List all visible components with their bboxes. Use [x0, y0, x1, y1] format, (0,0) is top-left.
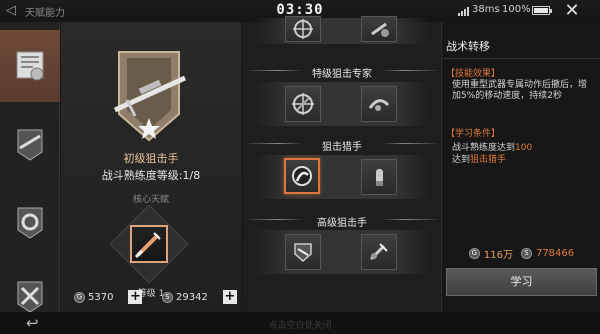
tool-icon [369, 243, 388, 261]
effect-description: 使用重型武器专属动作后撤后，增加5%的移动速度，持续2秒 [452, 80, 588, 101]
core-talent-slot[interactable] [109, 204, 189, 284]
back-arrow-icon[interactable]: ◁ [6, 3, 22, 19]
tree-row-expert [255, 82, 429, 126]
close-button[interactable]: ✕ [562, 1, 582, 21]
tree-row-top [255, 18, 429, 44]
rail-tab-sniper[interactable] [0, 108, 60, 180]
gear-badge-icon [17, 207, 43, 239]
effect-label: 【技能效果】 [446, 69, 501, 79]
battery-icon [532, 6, 552, 15]
condition-label: 【学习条件】 [446, 129, 501, 139]
talent-title: 战术转移 [446, 40, 490, 53]
condition-proficiency-value: 100 [515, 143, 533, 153]
talent-node-expert-left[interactable] [285, 86, 321, 122]
reload-icon [368, 99, 390, 111]
silver-amount: 29342 [176, 291, 208, 303]
reload-icon [371, 22, 389, 37]
dagger-icon [134, 232, 161, 259]
shield-icon [294, 243, 312, 262]
tier-title-advanced: 高级狙击手 [317, 218, 367, 229]
talent-node-advanced-left[interactable] [285, 234, 321, 270]
cross-badge-icon [17, 281, 43, 313]
skill-name: 初级狙击手 [123, 152, 179, 165]
battery-percent: 100% [502, 4, 531, 15]
talent-node-advanced-right[interactable] [361, 234, 397, 270]
sniper-badge-icon [17, 129, 43, 161]
condition-prerequisite-value: 狙击猎手 [470, 155, 507, 165]
screen-title: 天赋能力 [25, 8, 65, 19]
condition-prerequisite-prefix: 达到 [452, 155, 471, 165]
target-icon [292, 166, 312, 186]
gold-coin-icon: G [74, 291, 85, 303]
gold-coin-icon: G [468, 247, 480, 259]
tree-row-hunter [255, 155, 429, 199]
tier-title-hunter: 狙击猎手 [322, 142, 362, 153]
talent-node-top-left[interactable] [285, 16, 321, 42]
talent-node-expert-right[interactable] [361, 86, 397, 122]
detail-divider [442, 58, 600, 59]
bullet-icon [376, 169, 383, 186]
core-talent-button[interactable] [130, 225, 168, 263]
rail-tab-gear[interactable] [0, 186, 60, 258]
sniper-emblem-icon [113, 51, 187, 142]
add-silver-button[interactable]: + [222, 290, 237, 304]
close-hint: 点击空白处关闭 [268, 321, 332, 331]
ping-value: 38ms [472, 4, 500, 15]
talent-node-hunter-right[interactable] [361, 159, 397, 195]
silver-coin-icon: S [520, 247, 532, 259]
talent-node-hunter-left[interactable] [284, 158, 320, 194]
rail-tab-certificate[interactable] [0, 30, 60, 102]
add-gold-button[interactable]: + [128, 290, 143, 304]
certificate-icon [16, 51, 44, 81]
talent-detail-panel: 战术转移 【技能效果】 使用重型武器专属动作后撤后，增加5%的移动速度，持续2秒… [441, 22, 600, 312]
talent-tree: 特级狙击专家 狙击猎手 高级狙击手 [243, 16, 441, 312]
crosshair-icon [292, 93, 314, 115]
crosshair-icon [293, 19, 313, 39]
learn-cost: G 116万 S 778466 [442, 244, 600, 262]
tree-row-advanced [255, 230, 429, 274]
gold-amount: 5370 [88, 291, 114, 303]
silver-coin-icon: S [162, 291, 173, 303]
cost-gold: 116万 [483, 249, 513, 261]
condition-prerequisite: 达到狙击猎手 [452, 152, 506, 165]
silver-resource: S 29342 + [162, 288, 237, 306]
cost-silver: 778466 [535, 247, 575, 259]
tier-title-expert: 特级狙击专家 [312, 69, 372, 80]
gold-resource: G 5370 + [74, 288, 143, 306]
core-talent-label: 核心天赋 [132, 195, 169, 205]
talent-node-top-right[interactable] [361, 16, 397, 42]
signal-icon [458, 6, 470, 16]
proficiency-level: 战斗熟练度等级:1/8 [101, 169, 201, 182]
learn-button[interactable]: 学习 [446, 268, 597, 296]
category-rail [0, 22, 60, 313]
skill-summary-panel: 初级狙击手 战斗熟练度等级:1/8 核心天赋 等级 1 [61, 22, 241, 312]
